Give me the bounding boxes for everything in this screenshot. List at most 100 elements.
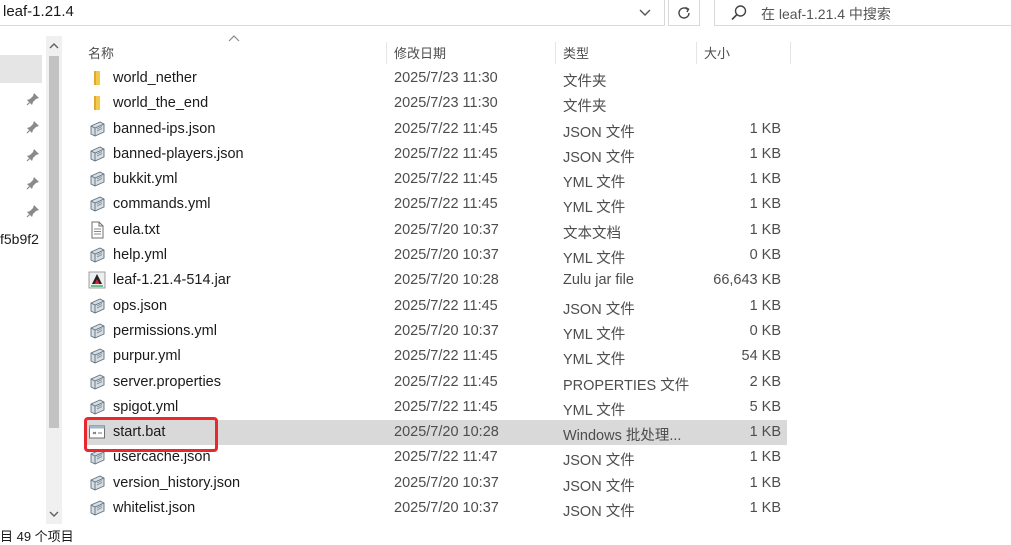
file-icon (88, 322, 106, 340)
file-date: 2025/7/20 10:37 (394, 322, 499, 339)
address-bar[interactable]: leaf-1.21.4 (0, 0, 665, 26)
scroll-down-arrow-icon[interactable] (46, 506, 62, 522)
file-size: 1 KB (749, 424, 781, 441)
file-row[interactable]: commands.yml 2025/7/22 11:45 YML 文件 1 KB (84, 192, 787, 217)
pin-icon[interactable] (26, 92, 40, 106)
file-size: 1 KB (749, 221, 781, 238)
pin-icon[interactable] (26, 120, 40, 134)
file-name: eula.txt (113, 221, 160, 238)
column-divider[interactable] (790, 42, 791, 64)
file-type: YML 文件 (563, 352, 626, 369)
address-path[interactable]: leaf-1.21.4 (3, 3, 74, 20)
vertical-scrollbar[interactable] (46, 36, 62, 524)
file-name: version_history.json (113, 474, 241, 491)
file-row[interactable]: server.properties 2025/7/22 11:45 PROPERTI… (84, 370, 787, 395)
file-size: 1 KB (749, 500, 781, 517)
file-row[interactable]: permissions.yml 2025/7/20 10:37 YML 文件 0 KB (84, 319, 787, 344)
column-divider[interactable] (386, 42, 387, 64)
file-row[interactable]: world_nether 2025/7/23 11:30 文件夹 (84, 66, 787, 91)
pin-icon[interactable] (26, 148, 40, 162)
file-name: purpur.yml (113, 348, 181, 365)
file-size: 1 KB (749, 120, 781, 137)
file-size: 1 KB (749, 196, 781, 213)
file-row-selected[interactable]: start.bat 2025/7/20 10:28 Windows 批处理... 1 … (84, 420, 787, 446)
chevron-down-icon[interactable] (633, 2, 657, 24)
column-header-size[interactable]: 大小 (704, 40, 730, 64)
file-size: 1 KB (749, 145, 781, 162)
file-type: JSON 文件 (563, 301, 635, 318)
column-header-name[interactable]: 名称 (88, 40, 114, 64)
sort-ascending-icon (228, 35, 240, 42)
file-date: 2025/7/23 11:30 (394, 70, 498, 86)
file-date: 2025/7/20 10:28 (394, 272, 499, 289)
file-date: 2025/7/22 11:45 (394, 171, 498, 188)
file-row[interactable]: version_history.json 2025/7/20 10:37 JSON … (84, 471, 787, 496)
file-type: PROPERTIES 文件 (563, 377, 690, 394)
file-icon (88, 347, 106, 365)
column-divider[interactable] (555, 42, 556, 64)
file-name: bukkit.yml (113, 171, 178, 188)
column-header-date[interactable]: 修改日期 (394, 40, 446, 64)
file-row[interactable]: banned-players.json 2025/7/22 11:45 JSON 文… (84, 142, 787, 167)
file-icon (88, 195, 106, 213)
file-name: spigot.yml (113, 398, 179, 415)
column-header-type[interactable]: 类型 (563, 40, 589, 64)
file-type: JSON 文件 (563, 124, 635, 141)
file-type: JSON 文件 (563, 149, 635, 166)
file-row[interactable]: spigot.yml 2025/7/22 11:45 YML 文件 5 KB (84, 395, 787, 420)
file-row[interactable]: world_the_end 2025/7/23 11:30 文件夹 (84, 91, 787, 116)
file-name: banned-players.json (113, 145, 244, 162)
file-icon (88, 145, 106, 163)
file-date: 2025/7/23 11:30 (394, 95, 498, 112)
file-row[interactable]: banned-ips.json 2025/7/22 11:45 JSON 文件 1 K… (84, 117, 787, 142)
pin-icon[interactable] (26, 204, 40, 218)
search-placeholder: 在 leaf-1.21.4 中搜索 (761, 6, 891, 22)
scroll-up-arrow-icon[interactable] (46, 38, 62, 54)
file-row[interactable]: usercache.json 2025/7/22 11:47 JSON 文件 1 KB (84, 445, 787, 470)
refresh-icon (678, 6, 690, 19)
address-toolbar: leaf-1.21.4 在 leaf-1.21.4 中搜索 (0, 0, 1011, 30)
file-row[interactable]: eula.txt 2025/7/20 10:37 文本文档 1 KB (84, 218, 787, 243)
file-date: 2025/7/20 10:37 (394, 474, 499, 491)
file-row[interactable]: purpur.yml 2025/7/22 11:45 YML 文件 54 KB (84, 344, 787, 369)
file-size: 66,643 KB (713, 272, 781, 289)
file-type: JSON 文件 (563, 504, 635, 521)
file-icon (88, 170, 106, 188)
file-row[interactable]: help.yml 2025/7/20 10:37 YML 文件 0 KB (84, 243, 787, 268)
file-type: YML 文件 (563, 326, 626, 343)
file-type: JSON 文件 (563, 478, 635, 495)
file-date: 2025/7/20 10:37 (394, 221, 499, 238)
folder-icon (88, 69, 106, 87)
file-type: YML 文件 (563, 402, 626, 419)
refresh-button[interactable] (668, 0, 700, 26)
file-row[interactable]: bukkit.yml 2025/7/22 11:45 YML 文件 1 KB (84, 167, 787, 192)
file-name: commands.yml (113, 196, 211, 213)
file-row[interactable]: ops.json 2025/7/22 11:45 JSON 文件 1 KB (84, 294, 787, 319)
column-divider[interactable] (696, 42, 697, 64)
file-row[interactable]: leaf-1.21.4-514.jar 2025/7/20 10:28 Zulu j… (84, 268, 787, 293)
file-date: 2025/7/22 11:45 (394, 120, 498, 137)
file-date: 2025/7/22 11:45 (394, 348, 498, 365)
file-icon (88, 297, 106, 315)
file-date: 2025/7/22 11:45 (394, 196, 498, 213)
nav-selected-item[interactable] (0, 55, 42, 83)
file-row[interactable]: whitelist.json 2025/7/20 10:37 JSON 文件 1 KB (84, 496, 787, 521)
file-date: 2025/7/22 11:45 (394, 145, 498, 162)
file-name: leaf-1.21.4-514.jar (113, 272, 231, 289)
file-icon (88, 120, 106, 138)
file-date: 2025/7/22 11:45 (394, 398, 498, 415)
file-type: JSON 文件 (563, 453, 635, 470)
file-date: 2025/7/22 11:45 (394, 373, 498, 390)
nav-item-label[interactable]: f5b9f2 (0, 231, 39, 247)
search-input[interactable]: 在 leaf-1.21.4 中搜索 (714, 0, 1011, 26)
scrollbar-thumb[interactable] (49, 56, 59, 428)
status-bar-item-count: 目 49 个项目 (0, 529, 74, 544)
folder-icon (88, 94, 106, 112)
file-name: world_nether (113, 70, 197, 86)
file-name: usercache.json (113, 449, 211, 466)
file-icon (88, 398, 106, 416)
file-size: 2 KB (749, 373, 781, 390)
file-size: 54 KB (741, 348, 782, 365)
file-type: 文本文档 (563, 225, 621, 242)
pin-icon[interactable] (26, 176, 40, 190)
